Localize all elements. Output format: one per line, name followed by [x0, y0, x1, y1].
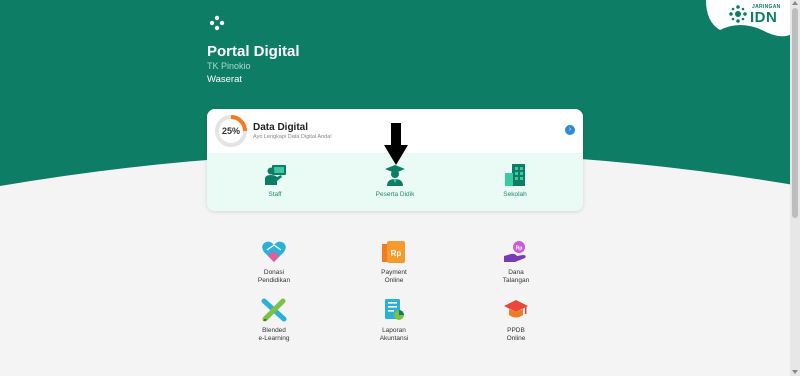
category-sekolah[interactable]: Sekolah: [470, 163, 560, 198]
accounting-report-icon: [385, 299, 404, 320]
brand-logo[interactable]: JARINGAN IDN: [700, 0, 792, 42]
data-digital-title: Data Digital: [253, 122, 309, 133]
scrollbar[interactable]: [790, 0, 800, 376]
category-peserta-didik[interactable]: Peserta Didik: [350, 163, 440, 198]
scroll-up-icon[interactable]: [792, 1, 798, 5]
category-staff[interactable]: Staff: [230, 163, 320, 198]
pointer-arrow-icon: [384, 123, 408, 165]
staff-icon: [265, 165, 286, 185]
menu-donasi-pendidikan[interactable]: Donasi Pendidikan: [234, 240, 314, 285]
category-staff-label: Staff: [268, 191, 282, 198]
menu-label: Donasi Pendidikan: [257, 269, 291, 284]
menu-label: Laporan Akuntansi: [379, 327, 409, 342]
progress-label: 25%: [221, 126, 240, 136]
menu-ppdb-online[interactable]: PPDB Online: [476, 298, 556, 343]
page-title: Portal Digital: [207, 43, 300, 60]
menu-label: Blended e-Learning: [258, 327, 290, 342]
menu-laporan-akuntansi[interactable]: Laporan Akuntansi: [354, 298, 434, 343]
menu-label: PPDB Online: [506, 327, 526, 342]
svg-text:Rp: Rp: [391, 249, 402, 258]
chevron-right-icon[interactable]: ›: [565, 125, 575, 135]
student-icon: [385, 165, 405, 186]
user-name: Waserat: [207, 74, 243, 85]
scroll-down-icon[interactable]: [792, 370, 798, 374]
school-name: TK Pinokio: [207, 61, 251, 71]
data-digital-subtitle: Ayo Lengkapi Data Digital Anda!: [253, 134, 332, 140]
graduation-cap-icon: [504, 300, 528, 318]
category-peserta-didik-label: Peserta Didik: [375, 191, 415, 198]
loan-hand-icon: Rp: [504, 241, 526, 262]
svg-text:Rp: Rp: [516, 246, 523, 252]
category-sekolah-label: Sekolah: [503, 191, 527, 198]
brand-text-big: IDN: [750, 9, 778, 26]
brand-mark-icon: [729, 5, 747, 23]
menu-blended-e-learning[interactable]: Blended e-Learning: [234, 298, 314, 343]
app-dots-icon: [209, 15, 225, 31]
payment-rp-icon: Rp: [382, 241, 405, 263]
donation-heart-icon: [262, 241, 286, 262]
menu-label: Dana Talangan: [502, 269, 530, 284]
ruler-pencil-icon: [261, 298, 287, 322]
scroll-thumb[interactable]: [792, 8, 798, 218]
menu-label: Payment Online: [381, 269, 407, 284]
school-icon: [505, 164, 525, 186]
menu-payment-online[interactable]: Rp Payment Online: [354, 240, 434, 285]
menu-dana-talangan[interactable]: Rp Dana Talangan: [476, 240, 556, 285]
